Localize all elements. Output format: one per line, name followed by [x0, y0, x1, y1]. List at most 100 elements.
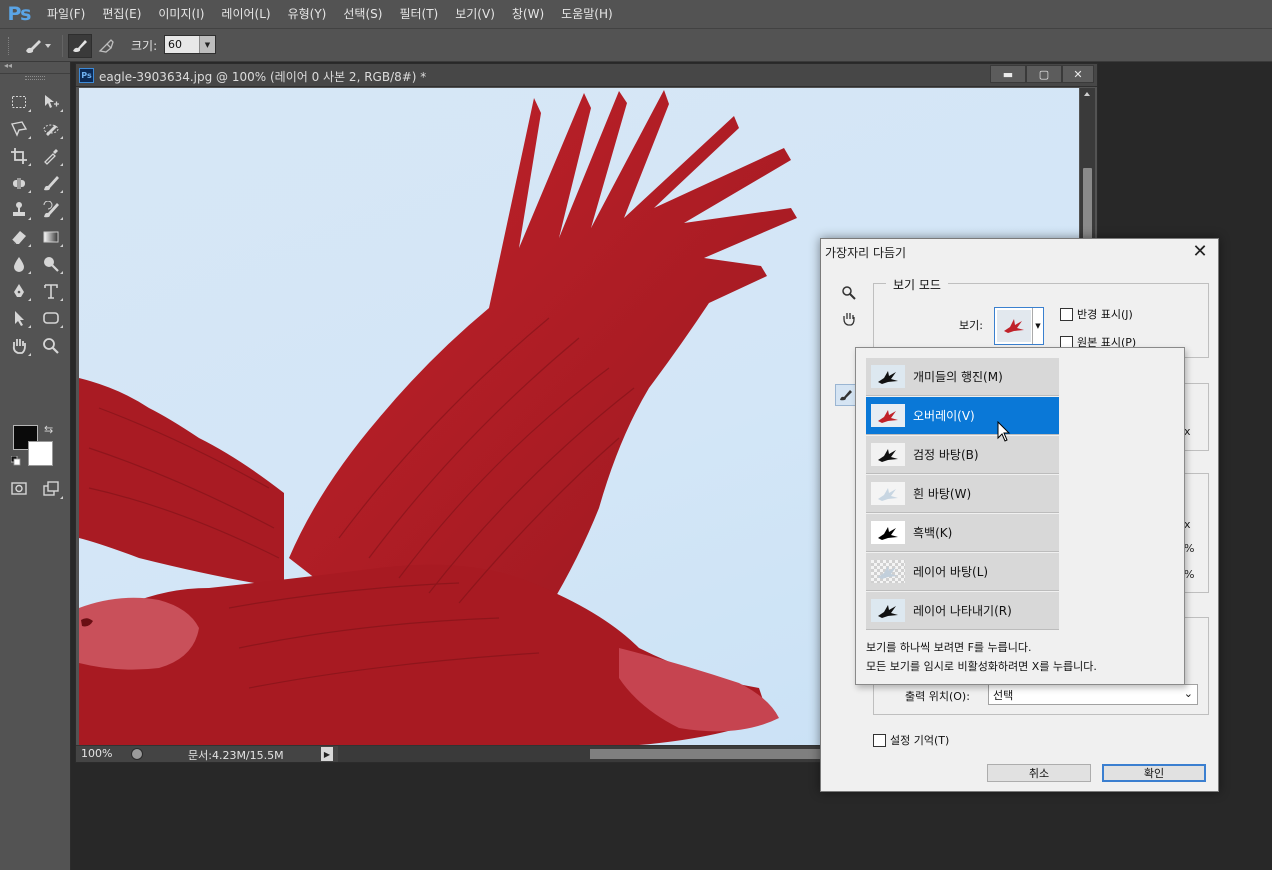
menu-type[interactable]: 유형(Y) — [279, 0, 335, 28]
brush-icon — [44, 176, 59, 191]
marquee-tool[interactable] — [6, 90, 32, 114]
swap-colors-icon[interactable]: ⇆ — [44, 423, 53, 436]
blur-tool[interactable] — [6, 252, 32, 276]
zoom-tool[interactable] — [38, 334, 64, 358]
background-color-swatch[interactable] — [28, 441, 53, 466]
view-option-marching-ants[interactable]: 개미들의 행진(M) — [866, 358, 1059, 396]
eraser-tool[interactable] — [6, 225, 32, 249]
show-radius-label: 반경 표시(J) — [1077, 308, 1133, 321]
menu-filter[interactable]: 필터(T) — [390, 0, 446, 28]
options-grip[interactable] — [8, 37, 10, 55]
ps-document-icon: Ps — [79, 68, 94, 83]
view-option-on-layers[interactable]: 레이어 바탕(L) — [866, 553, 1059, 591]
view-option-label: 레이어 나타내기(R) — [913, 604, 1012, 618]
black-eagle-icon — [871, 365, 905, 388]
white-eagle-icon — [871, 482, 905, 505]
view-option-label: 흑백(K) — [913, 526, 953, 540]
brush-tool[interactable] — [38, 171, 64, 195]
refine-radius-tool-button[interactable] — [68, 34, 92, 58]
menu-select[interactable]: 선택(S) — [334, 0, 390, 28]
refine-brush-icon — [840, 390, 852, 401]
dialog-hand-tool[interactable] — [839, 309, 859, 329]
screen-mode-icon — [43, 481, 59, 496]
dialog-zoom-tool[interactable] — [839, 283, 859, 303]
hand-tool[interactable] — [6, 334, 32, 358]
dialog-refine-radius-tool[interactable] — [835, 384, 857, 406]
eyedropper-tool[interactable] — [38, 144, 64, 168]
maximize-button[interactable]: ▢ — [1026, 65, 1062, 83]
view-option-label: 흰 바탕(W) — [913, 487, 972, 501]
gradient-tool[interactable] — [38, 225, 64, 249]
zoom-level[interactable]: 100% — [81, 747, 112, 760]
status-menu-arrow-icon[interactable]: ▶ — [321, 747, 333, 761]
menu-window[interactable]: 창(W) — [503, 0, 552, 28]
menu-help[interactable]: 도움말(H) — [552, 0, 621, 28]
quick-selection-icon — [43, 124, 59, 136]
quick-mask-button[interactable] — [6, 477, 32, 501]
scroll-up-icon[interactable] — [1084, 92, 1090, 96]
tools-panel-grip[interactable] — [25, 76, 45, 80]
rectangular-marquee-icon — [12, 96, 26, 108]
view-hint-disable: 모든 보기를 임시로 비활성화하려면 X를 누릅니다. — [866, 660, 1097, 673]
view-option-black-white[interactable]: 흑백(K) — [866, 514, 1059, 552]
healing-brush-tool[interactable] — [6, 171, 32, 195]
chevron-down-icon: ▼ — [1032, 308, 1043, 344]
view-mode-picker[interactable]: ▼ — [994, 307, 1044, 345]
tool-preset-picker[interactable] — [22, 36, 56, 56]
erase-refinements-tool-button[interactable] — [94, 34, 118, 58]
view-label: 보기: — [959, 319, 983, 332]
remember-settings-row[interactable]: 설정 기억(T) — [873, 732, 949, 748]
chevron-down-icon[interactable]: ▼ — [199, 36, 215, 53]
path-selection-tool[interactable] — [6, 306, 32, 330]
ok-button[interactable]: 확인 — [1102, 764, 1206, 782]
remember-settings-checkbox[interactable] — [873, 733, 886, 747]
blur-drop-icon — [14, 257, 24, 272]
menu-edit[interactable]: 편집(E) — [93, 0, 149, 28]
mouse-cursor-icon — [997, 421, 1011, 442]
black-eagle-icon — [871, 599, 905, 622]
menu-view[interactable]: 보기(V) — [446, 0, 503, 28]
black-eagle-icon — [871, 443, 905, 466]
lasso-tool[interactable] — [6, 117, 32, 141]
brush-size-field[interactable]: 60 ▼ — [164, 35, 216, 54]
document-tab[interactable]: Ps eagle-3903634.jpg @ 100% (레이어 0 사본 2,… — [76, 64, 1097, 87]
move-tool[interactable] — [38, 90, 64, 114]
quick-selection-tool[interactable] — [38, 117, 64, 141]
chevron-down-icon — [45, 44, 51, 48]
minimize-button[interactable]: ▬ — [990, 65, 1026, 83]
type-tool[interactable] — [38, 279, 64, 303]
output-to-select[interactable]: 선택 ⌄ — [988, 684, 1198, 705]
screen-mode-button[interactable] — [38, 477, 64, 501]
view-option-reveal-layer[interactable]: 레이어 나타내기(R) — [866, 592, 1059, 630]
show-radius-checkbox[interactable] — [1060, 307, 1073, 321]
shape-tool[interactable] — [38, 306, 64, 330]
close-window-button[interactable]: ✕ — [1062, 65, 1094, 83]
bandage-icon — [13, 178, 25, 189]
output-to-value: 선택 — [993, 688, 1014, 702]
hand-icon — [843, 313, 855, 326]
menu-image[interactable]: 이미지(I) — [149, 0, 212, 28]
status-info-icon[interactable] — [131, 748, 143, 760]
menu-file[interactable]: 파일(F) — [38, 0, 93, 28]
dialog-close-button[interactable]: ✕ — [1188, 240, 1212, 262]
clone-stamp-tool[interactable] — [6, 198, 32, 222]
checker-eagle-icon — [871, 560, 905, 583]
pen-tool[interactable] — [6, 279, 32, 303]
default-colors-icon[interactable] — [11, 456, 21, 466]
menu-layer[interactable]: 레이어(L) — [212, 0, 278, 28]
cancel-button[interactable]: 취소 — [987, 764, 1091, 782]
dodge-tool[interactable] — [38, 252, 64, 276]
collapse-icon[interactable]: ◂◂ — [4, 61, 12, 70]
percent-unit-label: % — [1184, 568, 1195, 581]
brush-size-label: 크기: — [131, 39, 158, 53]
options-separator — [62, 35, 63, 57]
view-option-on-black[interactable]: 검정 바탕(B) — [866, 436, 1059, 474]
view-mode-group-title: 보기 모드 — [886, 276, 948, 293]
crop-tool[interactable] — [6, 144, 32, 168]
show-radius-row[interactable]: 반경 표시(J) — [1060, 306, 1133, 322]
view-option-on-white[interactable]: 흰 바탕(W) — [866, 475, 1059, 513]
history-brush-tool[interactable] — [38, 198, 64, 222]
stamp-icon — [13, 202, 25, 216]
chevron-down-icon: ⌄ — [1183, 687, 1193, 700]
view-option-overlay[interactable]: 오버레이(V) — [866, 397, 1059, 435]
